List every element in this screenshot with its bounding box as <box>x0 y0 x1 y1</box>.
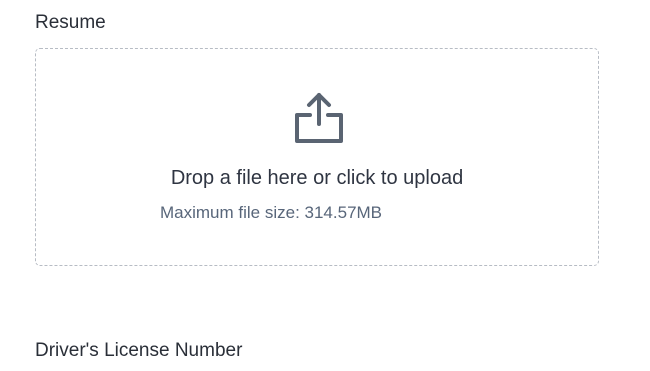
max-file-size-note: Maximum file size: 314.57MB <box>160 203 383 222</box>
drivers-license-label: Driver's License Number <box>35 340 243 361</box>
resume-file-dropzone[interactable]: Drop a file here or click to upload Maxi… <box>35 48 599 266</box>
dropzone-prompt: Drop a file here or click to upload <box>170 167 464 189</box>
upload-icon <box>292 91 346 145</box>
resume-label: Resume <box>35 12 106 33</box>
